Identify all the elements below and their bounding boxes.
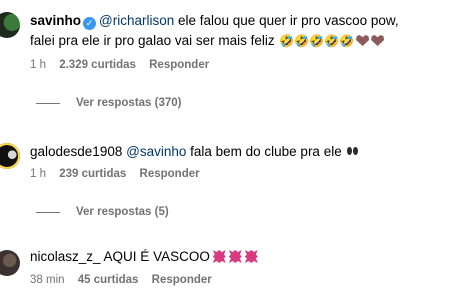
- view-replies-button[interactable]: Ver respostas (5): [36, 206, 169, 218]
- heart-hands-emoji: [371, 35, 385, 46]
- view-replies-label: Ver respostas (370): [76, 97, 182, 109]
- comment-username[interactable]: savinho: [30, 13, 81, 28]
- anger-symbol-emoji: [244, 250, 258, 263]
- verified-badge-icon: ✓: [83, 17, 97, 30]
- eyes-emoji: [345, 146, 359, 156]
- avatar[interactable]: [0, 250, 20, 276]
- comment-time: 1 h: [30, 59, 46, 71]
- comment-savinho: savinho ✓ @richarlison ele falou que quer …: [30, 11, 446, 73]
- heart-hands-emoji: [356, 35, 370, 46]
- divider-line: [36, 211, 60, 213]
- comment-likes[interactable]: 2.329 curtidas: [59, 59, 136, 71]
- divider-line: [36, 102, 60, 104]
- comment-time: 1 h: [30, 168, 46, 180]
- comment-text: fala bem do clube pra ele: [186, 144, 346, 159]
- comment-text: falei pra ele ir pro galao vai ser mais …: [30, 33, 275, 48]
- comment-username[interactable]: nicolasz_z_: [30, 249, 101, 264]
- comment-username[interactable]: galodesde1908: [30, 144, 122, 159]
- comment-time: 38 min: [30, 274, 65, 286]
- reply-button[interactable]: Responder: [152, 274, 212, 286]
- view-replies-button[interactable]: Ver respostas (370): [36, 97, 181, 109]
- comment-likes[interactable]: 239 curtidas: [59, 168, 126, 180]
- avatar[interactable]: [0, 143, 20, 169]
- comment-nicolasz: nicolasz_z_ AQUI É VASCOO 38 min 45 curt…: [30, 247, 446, 288]
- view-replies-label: Ver respostas (5): [76, 206, 169, 218]
- rolling-laughing-emoji: 🤣🤣🤣🤣🤣: [279, 34, 355, 48]
- comment-text: AQUI É VASCOO: [100, 249, 210, 264]
- comment-galodesde1908: galodesde1908 @savinho fala bem do clube…: [30, 142, 446, 182]
- comment-likes[interactable]: 45 curtidas: [78, 274, 139, 286]
- reply-button[interactable]: Responder: [140, 168, 200, 180]
- anger-symbol-emoji: [228, 250, 242, 263]
- comment-mention[interactable]: @savinho: [126, 144, 186, 159]
- anger-symbol-emoji: [212, 250, 226, 263]
- comment-mention[interactable]: @richarlison: [99, 13, 174, 28]
- avatar[interactable]: [0, 12, 20, 38]
- comment-text: ele falou que quer ir pro vascoo pow,: [174, 13, 399, 28]
- reply-button[interactable]: Responder: [149, 59, 209, 71]
